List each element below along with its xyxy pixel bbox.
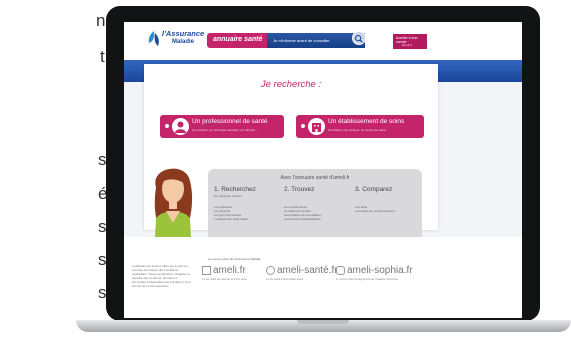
logo-mark-icon [148,31,159,46]
brand-name: ameli-sophia.fr [347,265,413,276]
page-heading: Je recherche : [260,79,322,90]
brand-name: ameli-santé.fr [277,265,338,276]
building-icon [308,118,325,135]
bullet-icon [165,124,169,128]
logo-text: l'Assurance [162,29,205,38]
cropped-side-text: n t s é s s s [0,0,110,350]
step-title: 1. Recherchez [214,186,256,193]
text-fragment: n [96,11,106,30]
ameli-logo-icon [202,266,211,275]
bullet-icon [301,124,305,128]
brand-description: Le site dédié à l'information santé [266,278,304,281]
step-item: Les bases de remboursement [355,209,395,213]
step-subtitle: sur plusieurs critères [214,194,242,198]
step-title: 3. Comparez [355,186,393,193]
ameli-sophia-logo-icon [336,266,345,275]
establishment-search-button[interactable]: Un établissement de soins Un hôpital, un… [296,115,424,138]
ameli-sophia-link[interactable]: ameli-sophia.fr Le service d'accompagnem… [336,265,413,291]
step-title: 2. Trouvez [284,186,315,193]
features-panel: Avec l'annuaire santé d'ameli.fr 1. Rech… [208,169,422,247]
professional-search-button[interactable]: Un professionnel de santé Un médecin, un… [160,115,284,138]
brand-description: Le site dédié aux assurés et à leur sant… [202,278,247,281]
features-title: Avec l'annuaire santé d'ameli.fr [280,175,350,181]
professional-subtitle: Un médecin, un chirurgien-dentiste, un i… [192,128,258,132]
brand-name: ameli.fr [213,265,246,276]
text-fragment: t [100,47,105,66]
site-header: l'Assurance Maladie annuaire santé Je m'… [124,22,522,60]
brand-description: Le service d'accompagnement des maladies… [336,278,399,281]
logo-subtext: Maladie [172,39,195,45]
ameli-sante-link[interactable]: ameli-santé.fr Le site dédié à l'informa… [266,265,338,291]
assurance-maladie-logo[interactable]: l'Assurance Maladie [144,28,214,52]
search-prompt[interactable]: Je m'informe avant de consulter [267,33,365,48]
footer-disclaimer: L'utilisation du service offert par le s… [132,264,191,288]
step-item: Les durées d'hospitalisation [284,217,321,221]
site-footer: L'utilisation du service offert par le s… [124,237,522,318]
establishment-title: Un établissement de soins [328,118,405,125]
ameli-link[interactable]: ameli.fr Le site dédié aux assurés et à … [202,265,268,291]
account-button[interactable]: Accéder à mon compte ameli.fr [392,33,428,50]
step-trouvez: 2. Trouvez Les coordonnées Le détail de … [284,186,354,221]
account-sublabel: ameli.fr [402,43,412,47]
step-item: L'équipement carte Vitale [214,217,248,221]
laptop-screen: l'Assurance Maladie annuaire santé Je m'… [124,22,522,318]
step-subtitle [355,194,425,199]
professional-title: Un professionnel de santé [192,118,268,125]
person-icon [172,118,189,135]
footer-label: Les autres sites de l'Assurance Maladie [208,257,261,261]
step-subtitle [284,194,354,199]
ameli-sante-logo-icon [266,266,275,275]
establishment-subtitle: Un hôpital, une clinique, un centre de s… [328,128,389,132]
search-icon [355,35,363,43]
step-recherchez: 1. Recherchez sur plusieurs critères La … [214,186,284,221]
laptop-notch [297,320,349,324]
step-comparez: 3. Comparez Les tarifs Les bases de remb… [355,186,425,213]
annuaire-sante-tab[interactable]: annuaire santé [207,33,267,48]
search-button[interactable] [352,31,366,45]
